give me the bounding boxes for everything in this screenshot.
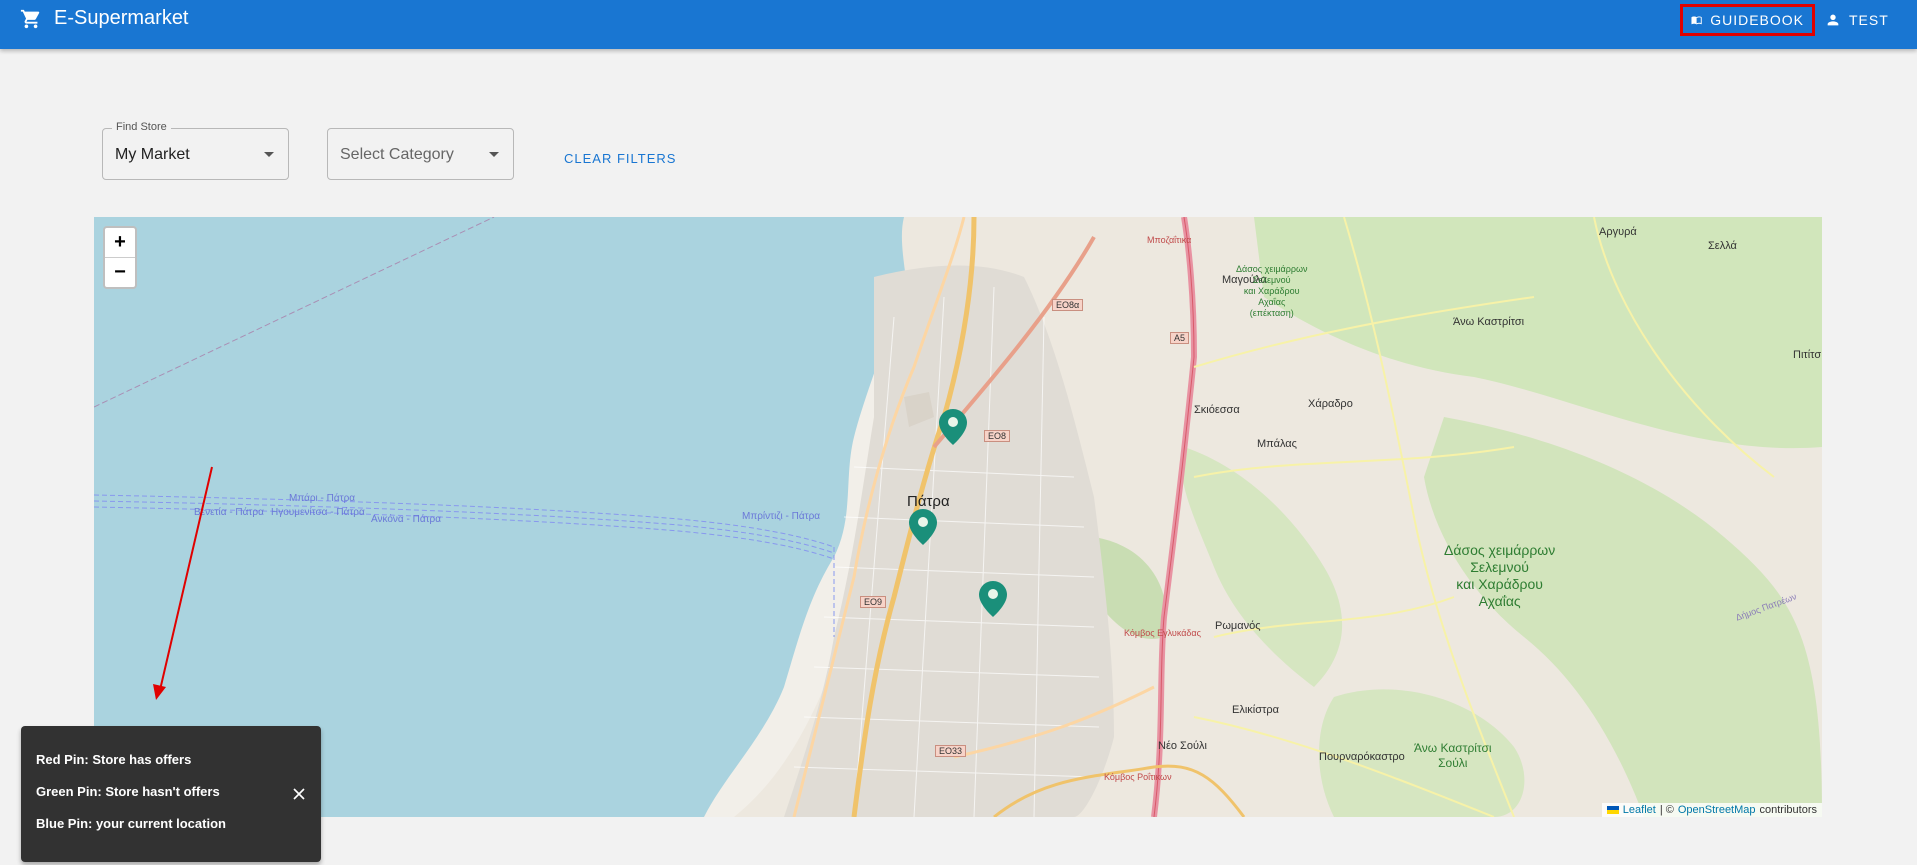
map-label-forest: Δάσος χειμάρρων Σελεμνού και Χαράδρου Αχαΐ… — [1444, 542, 1556, 609]
map-label-ano-kastritsi: Άνω Καστρίτσι — [1453, 316, 1525, 328]
map-label-neo-souli: Νέο Σούλι — [1158, 740, 1207, 752]
ferry-label-venice: Βενετία - Πάτρα — [194, 507, 264, 518]
category-placeholder: Select Category — [340, 146, 454, 163]
leaflet-link[interactable]: Leaflet — [1623, 804, 1656, 816]
ferry-label-igoumenitsa: Ηγουμενίτσα - Πάτρα — [271, 507, 365, 518]
store-pin-green[interactable] — [909, 509, 937, 545]
map-label-mpalas: Μπάλας — [1257, 438, 1297, 450]
map-label-mpozaitika: Μποζαΐτικα — [1147, 235, 1192, 245]
road-shield-eo33: ΕΟ33 — [935, 745, 967, 757]
openstreetmap-link[interactable]: OpenStreetMap — [1678, 804, 1756, 816]
map-label-romanos: Ρωμανός — [1215, 620, 1261, 632]
road-shield-eo8a: ΕΟ8α — [1052, 299, 1084, 311]
chevron-down-icon — [489, 152, 499, 157]
book-icon — [1691, 16, 1702, 25]
map-label-charadro: Χάραδρο — [1308, 398, 1353, 410]
clear-filters-button[interactable]: CLEAR FILTERS — [564, 151, 676, 166]
cart-icon — [20, 9, 40, 28]
find-store-select[interactable]: Find Store My Market — [102, 121, 289, 180]
attribution-suffix: contributors — [1759, 804, 1817, 816]
legend-red-pin: Red Pin: Store has offers — [36, 752, 192, 767]
map-label-patra: Πάτρα — [907, 493, 950, 510]
brand[interactable]: E-Supermarket — [20, 7, 189, 30]
chevron-down-icon — [264, 152, 274, 157]
road-shield-eo9: ΕΟ9 — [860, 596, 887, 608]
map-label-elikistra: Ελικίστρα — [1232, 704, 1279, 716]
category-select[interactable]: Select Category — [327, 128, 514, 180]
user-menu-button[interactable]: TEST — [1817, 4, 1913, 36]
find-store-value: My Market — [115, 146, 190, 163]
app-bar: E-Supermarket GUIDEBOOK TEST — [0, 0, 1917, 49]
person-icon — [1827, 14, 1839, 26]
road-shield-eo8: ΕΟ8 — [984, 430, 1011, 442]
legend-green-pin: Green Pin: Store hasn't offers — [36, 784, 220, 799]
user-label: TEST — [1849, 12, 1889, 28]
store-pin-green[interactable] — [979, 581, 1007, 617]
guidebook-label: GUIDEBOOK — [1710, 12, 1804, 28]
zoom-in-button[interactable]: + — [105, 228, 135, 257]
guidebook-button[interactable]: GUIDEBOOK — [1680, 4, 1815, 36]
close-icon[interactable] — [289, 784, 309, 804]
map-label-forest-extension: Δάσος χειμάρρων Σελεμνού και Χαράδρου Αχαΐ… — [1236, 264, 1308, 318]
find-store-legend: Find Store — [112, 121, 171, 133]
store-map[interactable]: Πάτρα Μαγούλα Σκιόεσσα Μπάλας Χάραδρο Άν… — [94, 217, 1822, 817]
pin-legend-snackbar: Red Pin: Store has offers Green Pin: Sto… — [21, 726, 321, 862]
ferry-label-brindisi: Μπρίντιζι - Πάτρα — [742, 511, 821, 522]
attribution-separator: | © — [1659, 804, 1674, 816]
zoom-out-button[interactable]: − — [105, 257, 135, 287]
map-label-ano-kastritsi-souli: Άνω Καστρίτσι Σούλι — [1414, 741, 1492, 770]
map-label-junction-roitika: Κόμβος Ροΐτικων — [1104, 772, 1172, 782]
legend-blue-pin: Blue Pin: your current location — [36, 816, 226, 831]
map-label-skioessa: Σκιόεσσα — [1194, 404, 1240, 416]
ukraine-flag-icon — [1606, 806, 1619, 814]
ferry-label-bari: Μπάρι - Πάτρα — [289, 493, 356, 504]
map-label-pititsa: Πιτίτσ — [1793, 349, 1822, 361]
map-label-argyra: Αργυρά — [1599, 226, 1637, 238]
map-label-sella: Σελλά — [1708, 240, 1737, 252]
map-label-pournarokastro: Πουρναρόκαστρο — [1319, 751, 1405, 763]
ferry-label-ancona: Ανκόνα - Πάτρα — [371, 514, 442, 525]
map-attribution: Leaflet | © OpenStreetMap contributors — [1601, 803, 1822, 817]
road-shield-a5: Α5 — [1170, 332, 1190, 344]
app-title: E-Supermarket — [54, 7, 189, 29]
store-pin-green[interactable] — [939, 409, 967, 445]
map-zoom-control: + − — [103, 226, 137, 289]
map-label-junction-eglykada: Κόμβος Εγλυκάδας — [1124, 628, 1201, 638]
